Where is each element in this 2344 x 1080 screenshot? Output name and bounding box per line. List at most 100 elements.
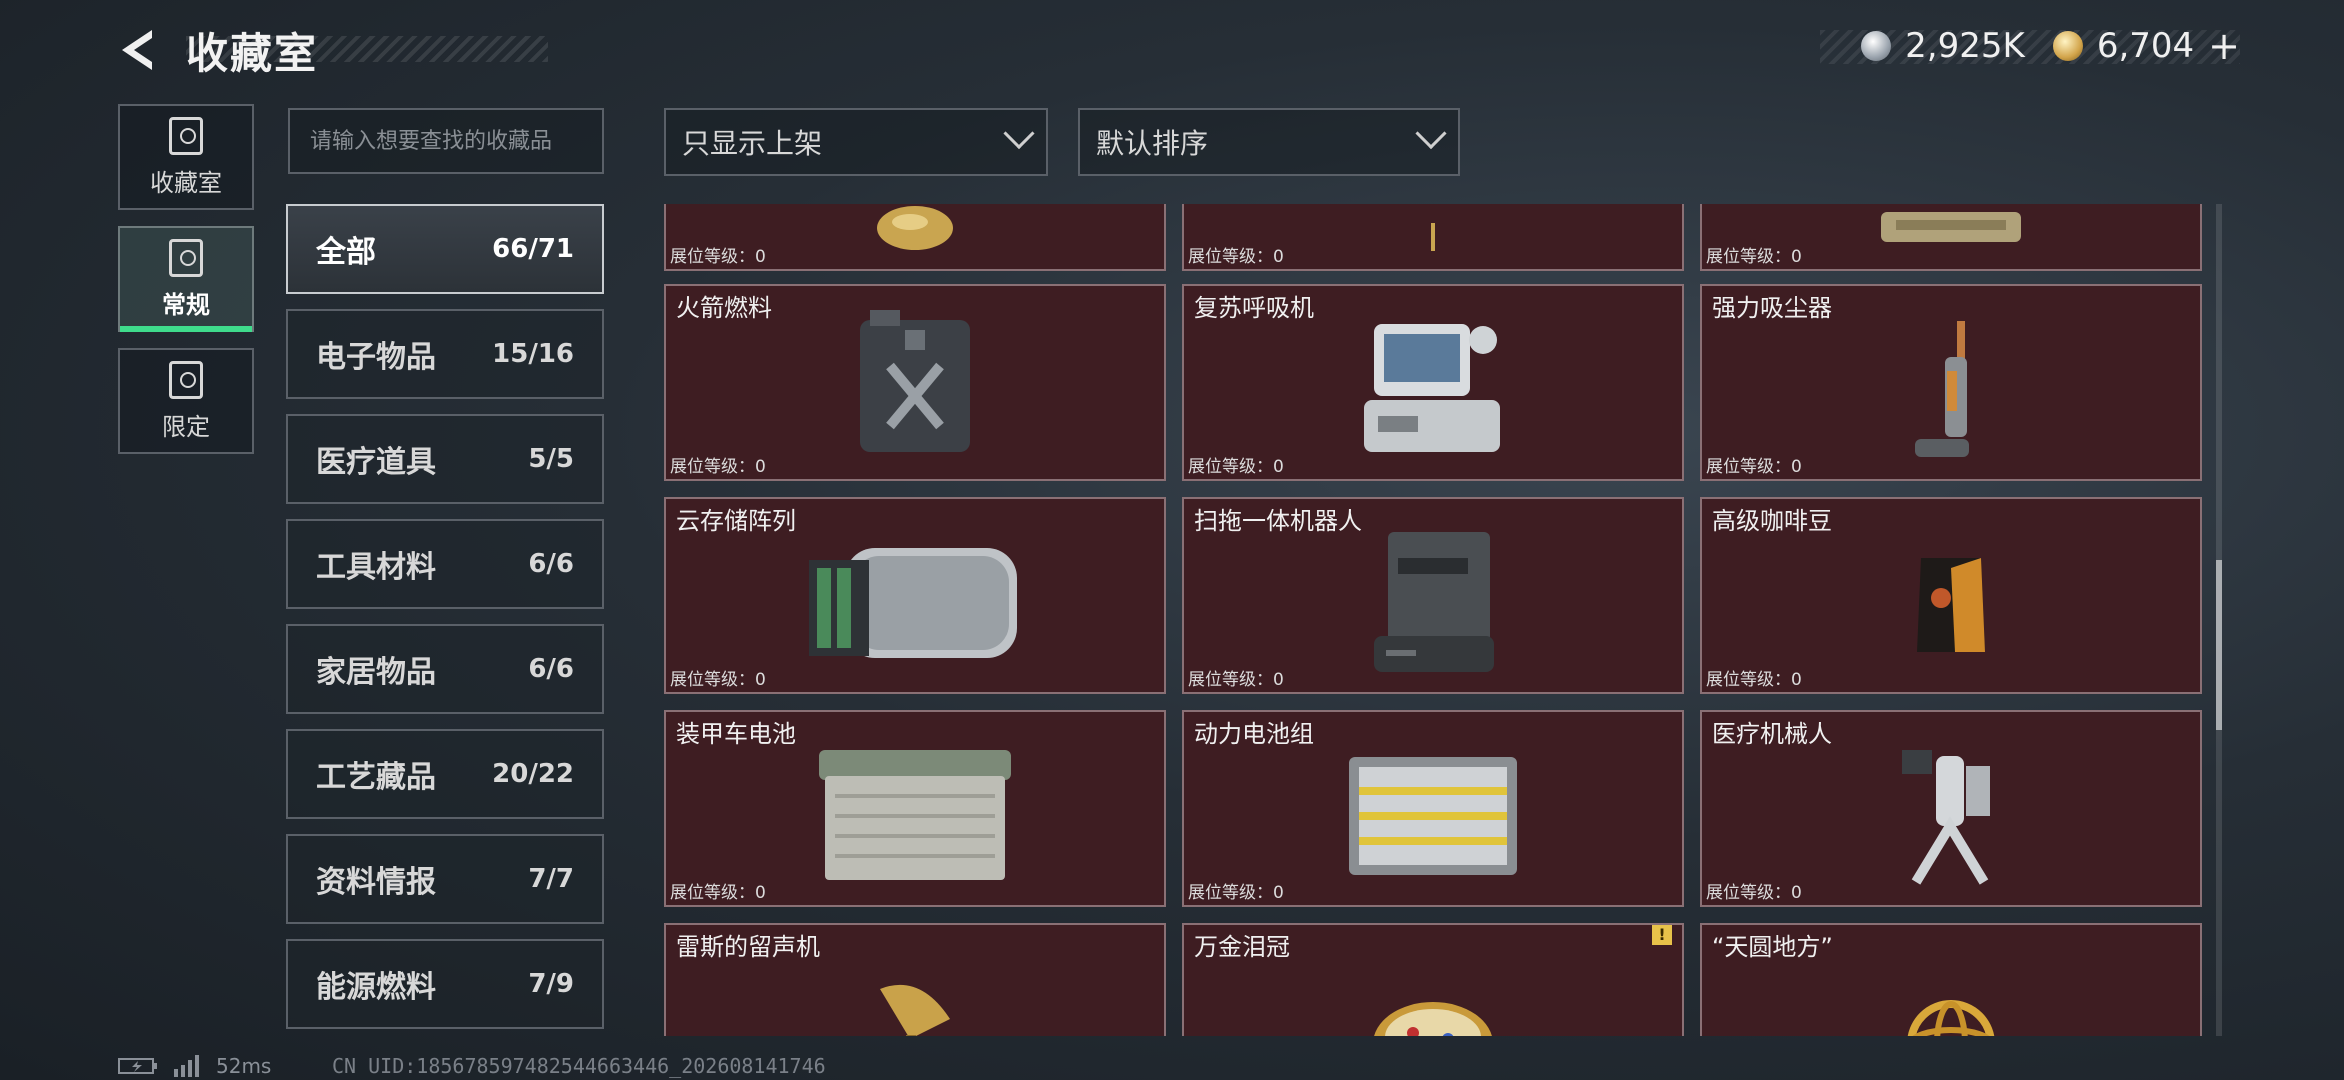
item-name: 高级咖啡豆 [1712,507,1832,535]
shelf-filter-value: 只显示上架 [682,127,823,160]
category-count: 20/22 [492,759,574,789]
item-name: 云存储阵列 [676,507,796,535]
item-name: 装甲车电池 [676,720,796,748]
item-name: 医疗机械人 [1712,720,1832,748]
collection-card[interactable]: 强力吸尘器 展位等级：0 [1700,284,2202,481]
booth-level: 展位等级：0 [1188,247,1284,267]
category-name: 电子物品 [316,340,436,375]
robot-mop-icon [1368,528,1498,682]
collection-card[interactable]: 雷斯的留声机 [664,923,1166,1036]
status-bar: 52ms [118,1054,271,1078]
collection-card[interactable]: 医疗机械人 展位等级：0 [1700,710,2202,907]
silver-coin-icon [1861,31,1892,61]
gold-currency-value: 6,704 [2096,26,2195,66]
collection-card[interactable]: 展位等级：0 [1182,204,1684,271]
category-name: 家居物品 [316,655,436,690]
collection-card[interactable]: 高级咖啡豆 展位等级：0 [1700,497,2202,694]
silver-currency-value: 2,925K [1905,26,2025,66]
fuel-canister-icon [850,306,980,460]
booth-level: 展位等级：0 [1188,883,1284,903]
category-crafts[interactable]: 工艺藏品 20/22 [286,729,604,819]
category-count: 15/16 [492,339,574,369]
jeweled-crown-icon [1368,989,1498,1036]
shelf-filter-dropdown[interactable]: 只显示上架 [664,108,1048,176]
booth-level: 展位等级：0 [1188,670,1284,690]
image-icon [169,360,203,399]
collection-card[interactable]: 火箭燃料 展位等级：0 [664,284,1166,481]
grid-scroll-thumb[interactable] [2216,560,2222,730]
storage-array-icon [805,538,1025,672]
battery-pack-icon [1343,751,1523,885]
sort-value: 默认排序 [1096,127,1209,160]
collection-card[interactable]: 复苏呼吸机 展位等级：0 [1182,284,1684,481]
category-name: 能源燃料 [316,970,436,1005]
collection-card[interactable]: 万金泪冠 ! [1182,923,1684,1036]
category-count: 7/9 [528,969,574,999]
page-title: 收藏室 [186,29,319,78]
medical-robot-icon [1896,746,2006,890]
category-count: 5/5 [528,444,574,474]
category-medical[interactable]: 医疗道具 5/5 [286,414,604,504]
booth-level: 展位等级：0 [1706,883,1802,903]
gold-coin-icon [2052,31,2083,61]
back-button[interactable] [112,22,168,78]
user-uid: CN UID:18567859748254466344​6_2026081417… [332,1054,826,1078]
gold-artifact-icon [870,204,960,262]
category-count: 7/7 [528,864,574,894]
collection-card[interactable]: 云存储阵列 展位等级：0 [664,497,1166,694]
vehicle-battery-icon [815,746,1015,890]
vacuum-cleaner-icon [1911,320,1991,475]
item-name: 强力吸尘器 [1712,294,1832,322]
item-name: 动力电池组 [1194,720,1314,748]
category-name: 资料情报 [316,865,436,900]
currency-bar: 2,925K 6,704 + [1861,24,2240,68]
category-intel[interactable]: 资料情报 7/7 [286,834,604,924]
item-name: 万金泪冠 [1194,933,1290,961]
item-name: 复苏呼吸机 [1194,294,1314,322]
category-name: 工艺藏品 [316,760,436,795]
coffee-bag-icon [1911,548,1991,662]
collection-card[interactable]: 装甲车电池 展位等级：0 [664,710,1166,907]
collection-card[interactable]: 扫拖一体机器人 展位等级：0 [1182,497,1684,694]
collection-card[interactable]: “天圆地方” [1700,923,2202,1036]
booth-level: 展位等级：0 [1706,670,1802,690]
item-name: 扫拖一体机器人 [1194,507,1362,535]
category-name: 工具材料 [316,550,436,585]
collection-card[interactable]: 展位等级：0 [1700,204,2202,271]
category-home[interactable]: 家居物品 6/6 [286,624,604,714]
item-name: 雷斯的留声机 [676,933,820,961]
nav-tab-label: 常规 [162,290,210,319]
collection-grid: 展位等级：0 展位等级：0 展位等级：0 火箭燃料 展位等级：0 复苏呼吸机 展… [664,204,2204,1036]
nav-tab-collection-room[interactable]: 收藏室 [118,104,254,210]
booth-level: 展位等级：0 [670,670,766,690]
collection-card[interactable]: 动力电池组 展位等级：0 [1182,710,1684,907]
chevron-down-icon [1003,117,1035,150]
collection-search-input[interactable] [288,108,604,174]
nav-tab-limited[interactable]: 限定 [118,348,254,454]
category-all[interactable]: 全部 66/71 [286,204,604,294]
item-name: “天圆地方” [1712,933,1833,961]
booth-level: 展位等级：0 [670,883,766,903]
add-currency-button[interactable]: + [2208,24,2240,68]
category-energy[interactable]: 能源燃料 7/9 [286,939,604,1029]
category-name: 全部 [316,235,376,270]
booth-level: 展位等级：0 [1188,457,1284,477]
gramophone-icon [870,979,960,1036]
sort-dropdown[interactable]: 默认排序 [1078,108,1460,176]
category-tools[interactable]: 工具材料 6/6 [286,519,604,609]
ping-value: 52ms [216,1054,272,1078]
category-electronics[interactable]: 电子物品 15/16 [286,309,604,399]
document-icon [169,238,203,277]
chevron-down-icon [1415,117,1447,150]
item-name: 火箭燃料 [676,294,772,322]
back-arrow-icon [122,30,152,70]
category-count: 6/6 [528,549,574,579]
warning-badge: ! [1652,925,1672,945]
vault-icon [169,116,203,155]
booth-level: 展位等级：0 [1706,247,1802,267]
nav-tab-label: 收藏室 [150,168,222,197]
nav-tab-regular[interactable]: 常规 [118,226,254,332]
booth-level: 展位等级：0 [1706,457,1802,477]
booth-level: 展位等级：0 [670,457,766,477]
collection-card[interactable]: 展位等级：0 [664,204,1166,271]
